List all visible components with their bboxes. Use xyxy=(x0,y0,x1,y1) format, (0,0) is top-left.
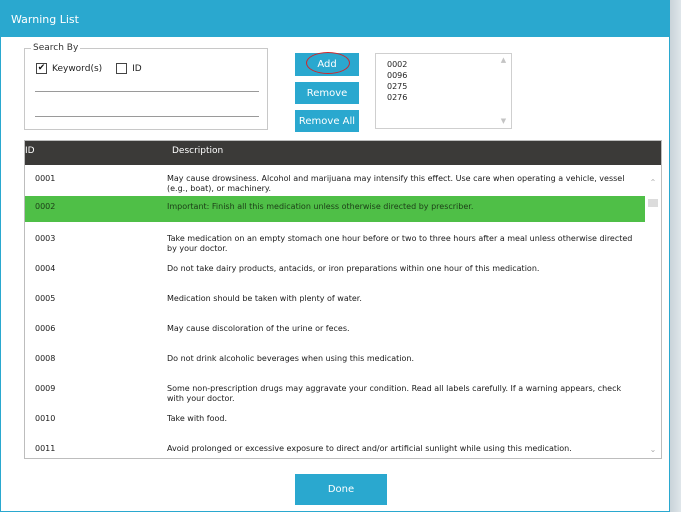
search-by-legend: Search By xyxy=(31,43,81,54)
row-description: Medication should be taken with plenty o… xyxy=(167,294,362,303)
search-by-group: Search By ✔ Keyword(s) ID xyxy=(24,43,268,130)
table-row[interactable]: 0003 Take medication on an empty stomach … xyxy=(25,225,645,255)
row-id: 0006 xyxy=(35,324,56,333)
keyword-label: Keyword(s) xyxy=(52,63,103,74)
table-body: 0001 May cause drowsiness. Alcohol and ma… xyxy=(25,165,645,458)
scroll-down-arrow-icon[interactable]: ⌄ xyxy=(645,444,661,456)
add-button[interactable]: Add xyxy=(295,53,359,76)
row-description: May cause drowsiness. Alcohol and mariju… xyxy=(167,174,625,193)
row-id: 0011 xyxy=(35,444,56,453)
scroll-down-arrow-icon[interactable]: ▼ xyxy=(501,118,506,125)
table-row[interactable]: 0002 Important: Finish all this medicatio… xyxy=(25,196,645,222)
row-description: Important: Finish all this medication un… xyxy=(167,202,474,211)
table-row[interactable]: 0009 Some non-prescription drugs may aggr… xyxy=(25,375,645,405)
table-row[interactable]: 0010 Take with food. xyxy=(25,405,645,435)
table-row[interactable]: 0005 Medication should be taken with plen… xyxy=(25,285,645,315)
row-id: 0008 xyxy=(35,354,56,363)
row-id: 0002 xyxy=(35,202,56,211)
selected-list-item[interactable]: 0276 xyxy=(387,92,511,103)
row-id: 0001 xyxy=(35,174,56,183)
row-description: May cause discoloration of the urine or … xyxy=(167,324,350,333)
remove-all-button[interactable]: Remove All xyxy=(295,110,359,132)
selected-list-item[interactable]: 0002 xyxy=(387,59,511,70)
row-id: 0005 xyxy=(35,294,56,303)
row-id: 0003 xyxy=(35,234,56,243)
row-description: Avoid prolonged or excessive exposure to… xyxy=(167,444,572,453)
row-description: Do not drink alcoholic beverages when us… xyxy=(167,354,415,363)
row-id: 0010 xyxy=(35,414,56,423)
row-description: Some non-prescription drugs may aggravat… xyxy=(167,384,622,403)
title-bar: Warning List xyxy=(1,1,669,37)
row-description: Take with food. xyxy=(167,414,228,423)
row-id: 0009 xyxy=(35,384,56,393)
search-input[interactable] xyxy=(35,91,259,117)
scroll-up-arrow-icon[interactable]: ⌃ xyxy=(645,177,661,189)
table-row[interactable]: 0004 Do not take dairy products, antacids… xyxy=(25,255,645,285)
row-description: Do not take dairy products, antacids, or… xyxy=(167,264,540,273)
done-button[interactable]: Done xyxy=(295,474,387,505)
table-header: ID Description xyxy=(25,141,661,165)
row-id: 0004 xyxy=(35,264,56,273)
column-header-description[interactable]: Description xyxy=(172,146,223,156)
scroll-up-arrow-icon[interactable]: ▲ xyxy=(501,57,506,64)
table-row[interactable]: 0011 Avoid prolonged or excessive exposur… xyxy=(25,435,645,458)
warning-list-window: Warning List Search By ✔ Keyword(s) ID A… xyxy=(0,0,670,512)
remove-button[interactable]: Remove xyxy=(295,82,359,104)
id-label: ID xyxy=(132,63,142,74)
table-row[interactable]: 0006 May cause discoloration of the urine… xyxy=(25,315,645,345)
table-row[interactable]: 0008 Do not drink alcoholic beverages whe… xyxy=(25,345,645,375)
row-description: Take medication on an empty stomach one … xyxy=(167,234,633,253)
selected-list-scrollbar[interactable]: ▲ ▼ xyxy=(499,57,508,125)
keyword-checkbox[interactable]: ✔ xyxy=(36,63,47,74)
search-options: ✔ Keyword(s) ID xyxy=(36,63,156,74)
background-strip xyxy=(670,0,681,512)
selected-warnings-list[interactable]: 0002 0096 0275 0276 ▲ ▼ xyxy=(375,53,512,129)
scroll-thumb[interactable] xyxy=(648,199,658,207)
id-checkbox[interactable] xyxy=(116,63,128,74)
table-scrollbar[interactable]: ⌃ ⌄ xyxy=(645,165,661,458)
column-header-id[interactable]: ID xyxy=(25,146,35,156)
selected-list-item[interactable]: 0275 xyxy=(387,81,511,92)
table-row[interactable]: 0001 May cause drowsiness. Alcohol and ma… xyxy=(25,165,645,195)
warnings-table: ID Description 0001 May cause drowsiness.… xyxy=(24,140,662,459)
window-title: Warning List xyxy=(11,12,79,26)
selected-list-item[interactable]: 0096 xyxy=(387,70,511,81)
